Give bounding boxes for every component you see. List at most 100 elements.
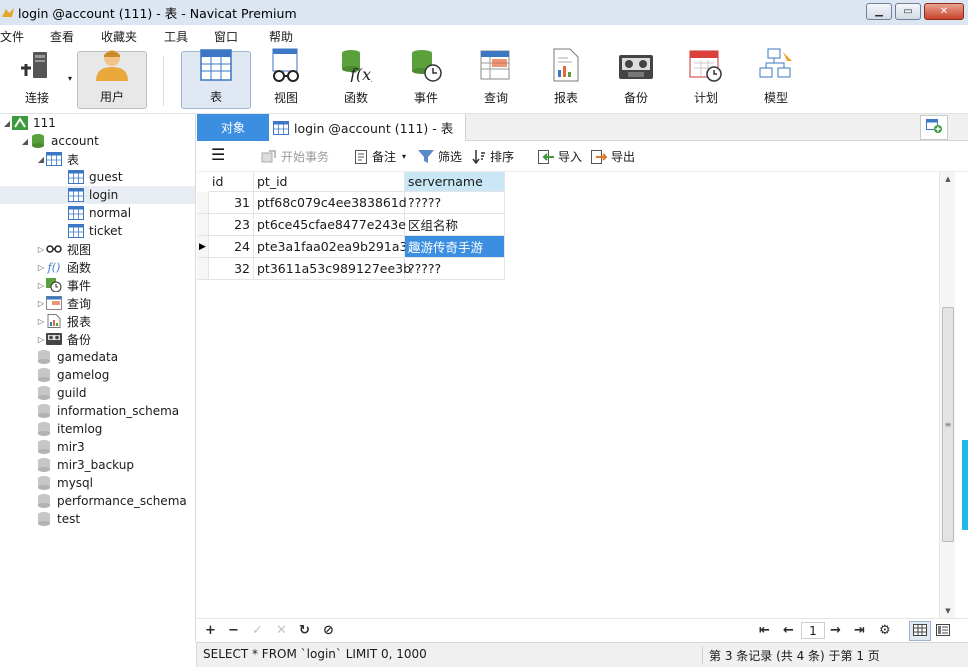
menu-help[interactable]: 帮助: [269, 28, 293, 45]
refresh-icon[interactable]: ↻: [299, 623, 310, 638]
discard-changes-icon[interactable]: ✕: [276, 623, 287, 638]
tree-database-item[interactable]: gamedata: [36, 348, 118, 366]
page-number-input[interactable]: 1: [801, 622, 825, 639]
tree-table-ticket[interactable]: ticket: [68, 222, 122, 240]
delete-record-icon[interactable]: −: [228, 623, 239, 638]
vertical-scrollbar[interactable]: ▲ ≡ ▼: [939, 172, 955, 618]
column-header-pt-id[interactable]: pt_id: [254, 172, 405, 192]
scroll-up-icon[interactable]: ▲: [940, 172, 956, 186]
close-button[interactable]: ✕: [924, 3, 964, 20]
connect-dropdown-icon[interactable]: ▾: [68, 74, 72, 83]
toolbar-connect-button[interactable]: 连接: [8, 51, 77, 109]
collapse-caret-icon[interactable]: ◢: [2, 119, 12, 128]
next-page-icon[interactable]: →: [830, 623, 841, 638]
menu-view[interactable]: 查看: [50, 28, 74, 45]
begin-transaction-button[interactable]: 开始事务: [261, 148, 329, 165]
toolbar-user-button[interactable]: 用户: [77, 50, 147, 109]
cell-servername-selected[interactable]: 趣游传奇手游: [405, 236, 505, 258]
tree-functions-group[interactable]: ▷ f() 函数: [36, 258, 91, 276]
tree-table-guest[interactable]: guest: [68, 168, 123, 186]
expand-caret-icon[interactable]: ▷: [36, 299, 46, 308]
menu-hamburger-button[interactable]: ☰: [211, 147, 225, 163]
tree-tables-group[interactable]: ◢ 表: [36, 150, 79, 168]
toolbar-model-button[interactable]: 模型: [748, 48, 804, 109]
expand-caret-icon[interactable]: ▷: [36, 263, 46, 272]
toolbar-view-button[interactable]: 视图: [258, 48, 314, 109]
expand-caret-icon[interactable]: ▷: [36, 317, 46, 326]
form-view-button[interactable]: [932, 621, 954, 641]
menu-tools[interactable]: 工具: [164, 28, 188, 45]
minimize-button[interactable]: ▁: [866, 3, 892, 20]
toolbar-function-button[interactable]: f(x) 函数: [328, 50, 384, 109]
scroll-down-icon[interactable]: ▼: [940, 604, 956, 618]
cell-id[interactable]: 32: [209, 258, 254, 280]
memo-dropdown-icon[interactable]: ▾: [402, 152, 406, 161]
toolbar-event-button[interactable]: 事件: [398, 50, 454, 109]
tree-database-item[interactable]: gamelog: [36, 366, 109, 384]
column-header-id[interactable]: id: [209, 172, 254, 192]
cell-servername[interactable]: ?????: [405, 258, 505, 280]
tree-database-item[interactable]: information_schema: [36, 402, 179, 420]
expand-caret-icon[interactable]: ▷: [36, 281, 46, 290]
tree-table-login[interactable]: login: [0, 186, 195, 204]
apply-changes-icon[interactable]: ✓: [252, 623, 263, 638]
previous-page-icon[interactable]: ←: [783, 623, 794, 638]
grid-view-button[interactable]: [909, 621, 931, 641]
tree-database-item[interactable]: mir3_backup: [36, 456, 134, 474]
menu-favorites[interactable]: 收藏夹: [101, 28, 137, 45]
cell-id[interactable]: 31: [209, 192, 254, 214]
settings-gear-icon[interactable]: ⚙: [879, 623, 891, 638]
collapse-caret-icon[interactable]: ◢: [20, 137, 30, 146]
cell-pt-id[interactable]: pt3611a53c989127ee3b: [254, 258, 411, 280]
tree-database-item[interactable]: test: [36, 510, 80, 528]
memo-button[interactable]: 备注 ▾: [354, 148, 406, 165]
row-indicator[interactable]: [197, 192, 209, 214]
collapse-caret-icon[interactable]: ◢: [36, 155, 46, 164]
first-page-icon[interactable]: ⇤: [759, 623, 770, 638]
toolbar-query-button[interactable]: 查询: [468, 50, 524, 109]
tree-backups-group[interactable]: ▷ 备份: [36, 330, 91, 348]
column-header-servername[interactable]: servername: [405, 172, 505, 192]
cell-pt-id[interactable]: ptf68c079c4ee383861d: [254, 192, 407, 214]
tree-queries-group[interactable]: ▷ 查询: [36, 294, 91, 312]
maximize-button[interactable]: ▭: [895, 3, 921, 20]
cell-pt-id[interactable]: pt6ce45cfae8477e243e: [254, 214, 406, 236]
toolbar-backup-button[interactable]: 备份: [608, 51, 664, 109]
cell-servername[interactable]: ?????: [405, 192, 505, 214]
current-row-indicator[interactable]: ▶: [197, 236, 209, 258]
tree-reports-group[interactable]: ▷ 报表: [36, 312, 91, 330]
cell-pt-id[interactable]: pte3a1faa02ea9b291a3: [254, 236, 407, 258]
sort-button[interactable]: 排序: [472, 148, 514, 165]
toolbar-schedule-button[interactable]: 计划: [678, 50, 734, 109]
add-record-icon[interactable]: +: [205, 623, 216, 638]
filter-button[interactable]: 筛选: [418, 148, 462, 165]
expand-caret-icon[interactable]: ▷: [36, 335, 46, 344]
menu-file[interactable]: 文件: [0, 28, 24, 45]
tab-login-table[interactable]: login @account (111) - 表: [269, 114, 466, 141]
tab-objects[interactable]: 对象: [197, 114, 269, 141]
expand-caret-icon[interactable]: ▷: [36, 245, 46, 254]
tree-database-item[interactable]: mysql: [36, 474, 93, 492]
cell-servername[interactable]: 区组名称: [405, 214, 505, 236]
scroll-thumb[interactable]: ≡: [942, 307, 954, 542]
cell-id[interactable]: 24: [209, 236, 254, 258]
tree-views-group[interactable]: ▷ 视图: [36, 240, 91, 258]
tree-database-account[interactable]: ◢ account: [20, 132, 99, 150]
stop-icon[interactable]: ⊘: [323, 623, 334, 638]
tree-database-item[interactable]: itemlog: [36, 420, 102, 438]
tree-database-item[interactable]: performance_schema: [36, 492, 187, 510]
import-button[interactable]: 导入: [538, 148, 582, 165]
cell-id[interactable]: 23: [209, 214, 254, 236]
export-button[interactable]: 导出: [591, 148, 635, 165]
row-indicator[interactable]: [197, 214, 209, 236]
tree-events-group[interactable]: ▷ 事件: [36, 276, 91, 294]
toolbar-table-button[interactable]: 表: [181, 49, 251, 109]
row-indicator[interactable]: [197, 258, 209, 280]
tree-connection-111[interactable]: ◢ 111: [2, 114, 56, 132]
tree-database-item[interactable]: mir3: [36, 438, 85, 456]
tree-table-normal[interactable]: normal: [68, 204, 131, 222]
toolbar-report-button[interactable]: 报表: [538, 48, 594, 109]
menu-window[interactable]: 窗口: [214, 28, 238, 45]
tree-database-item[interactable]: guild: [36, 384, 87, 402]
new-window-button[interactable]: [920, 115, 948, 140]
